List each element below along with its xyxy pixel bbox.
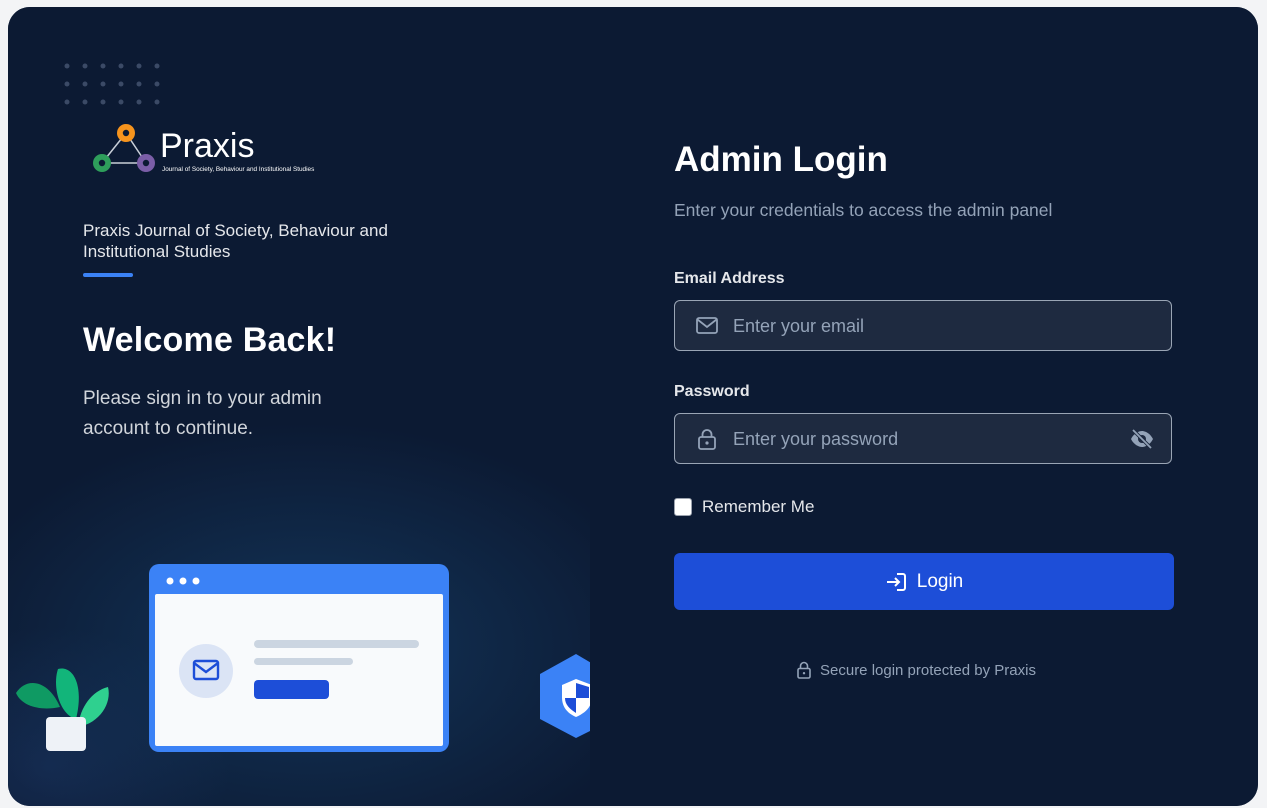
logo-tagline: Journal of Society, Behaviour and Instit…	[162, 166, 314, 173]
login-illustration	[16, 564, 590, 752]
checkbox-box[interactable]	[674, 498, 692, 516]
mail-icon	[696, 317, 718, 334]
logo-wordmark: Praxis	[160, 127, 254, 165]
welcome-text: Please sign in to your admin account to …	[83, 388, 322, 439]
password-label: Password	[674, 383, 750, 400]
login-button[interactable]: Login	[674, 553, 1174, 610]
browser-window-decoration	[149, 564, 449, 752]
password-input[interactable]	[731, 414, 1115, 465]
welcome-heading: Welcome Back!	[83, 321, 337, 359]
eye-off-icon[interactable]	[1129, 428, 1155, 450]
secure-text: Secure login protected by Praxis	[820, 661, 1036, 679]
login-title: Admin Login	[674, 140, 888, 179]
secure-notice: Secure login protected by Praxis	[796, 661, 1036, 679]
password-field-wrapper	[674, 413, 1172, 465]
plant-decoration	[16, 668, 109, 751]
remember-me-label: Remember Me	[702, 497, 815, 516]
journal-title: Praxis Journal of Society, Behaviour and…	[83, 221, 388, 261]
email-field-wrapper	[674, 300, 1172, 352]
title-underline	[83, 273, 133, 277]
login-icon	[886, 572, 906, 591]
login-button-label: Login	[916, 570, 964, 592]
login-subtitle: Enter your credentials to access the adm…	[674, 200, 1053, 220]
email-label: Email Address	[674, 270, 785, 287]
lock-icon	[698, 429, 716, 450]
left-panel: Praxis Journal of Society, Behaviour and…	[8, 7, 590, 806]
remember-me-checkbox[interactable]: Remember Me	[674, 496, 814, 518]
email-input[interactable]	[731, 301, 1115, 352]
praxis-logo: Praxis Journal of Society, Behaviour and…	[93, 124, 314, 173]
dot-grid-decoration	[64, 63, 160, 105]
login-card: Praxis Journal of Society, Behaviour and…	[8, 7, 1258, 806]
right-panel	[590, 7, 1258, 806]
lock-icon	[797, 661, 811, 679]
shield-decoration	[540, 654, 590, 738]
